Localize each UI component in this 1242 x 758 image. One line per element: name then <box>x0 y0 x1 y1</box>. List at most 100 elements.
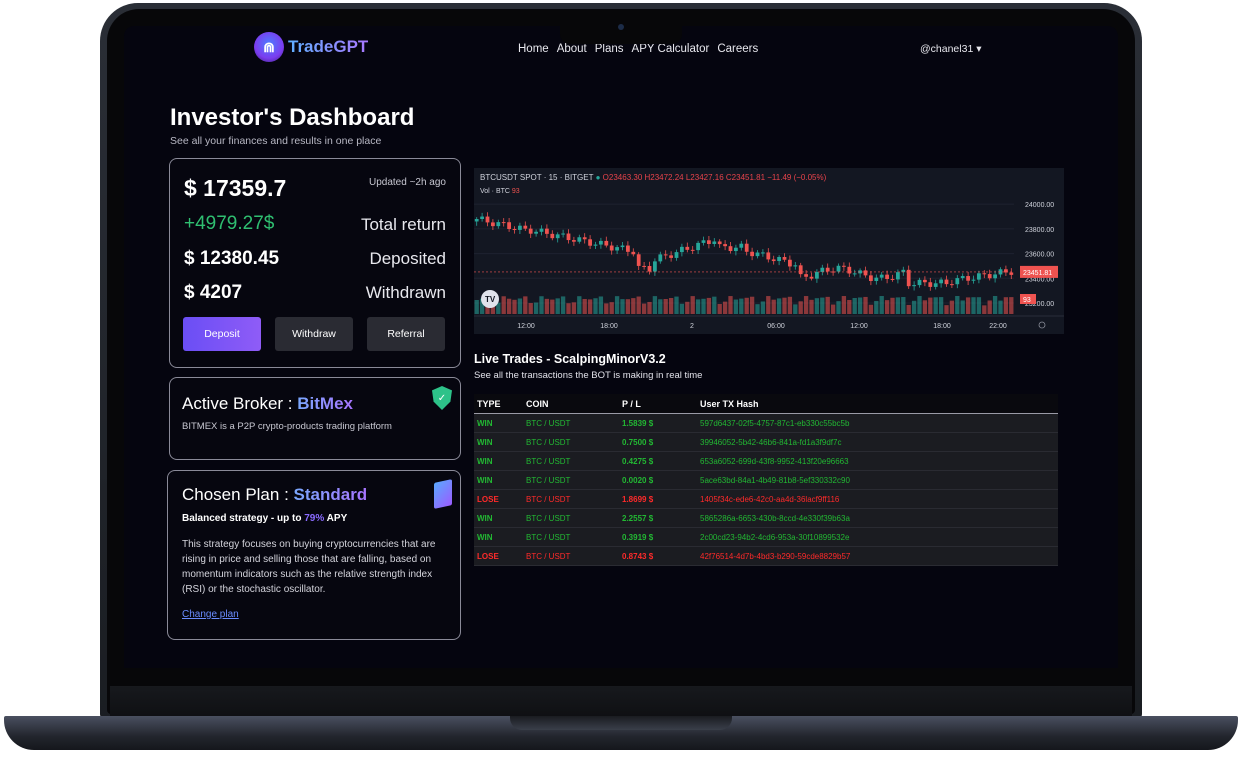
candle-body <box>680 246 684 253</box>
candle-body <box>879 274 884 278</box>
candle-body <box>987 274 992 279</box>
candle-body <box>555 234 560 239</box>
volume-bar <box>965 297 971 314</box>
candle-body <box>788 259 792 267</box>
status-dot-icon: ● <box>595 173 601 182</box>
volume-bar <box>836 301 841 314</box>
change-plan-link[interactable]: Change plan <box>182 609 239 620</box>
trade-pl: 0.4275 $ <box>622 456 654 466</box>
volume-bar <box>517 298 523 314</box>
volume-bar <box>663 298 668 314</box>
volume-bar <box>533 302 539 314</box>
volume-bar <box>739 298 744 314</box>
live-trades-subtitle: See all the transactions the BOT is maki… <box>474 370 703 381</box>
candle-body <box>685 246 690 250</box>
volume-bar <box>523 296 528 314</box>
volume-bar <box>501 296 506 314</box>
trade-coin: BTC / USDT <box>526 437 571 447</box>
candle-body <box>890 278 895 280</box>
volume-bar <box>960 300 965 314</box>
withdraw-button[interactable]: Withdraw <box>275 317 353 351</box>
page-title: Investor's Dashboard <box>170 104 415 131</box>
volume-bar <box>820 297 825 314</box>
x-tick-label: 18:00 <box>933 323 951 330</box>
volume-bar <box>955 296 960 314</box>
candle-body <box>755 252 760 257</box>
volume-bar <box>852 297 857 314</box>
volume-value: 93 <box>511 188 520 195</box>
candle-body <box>809 276 814 279</box>
volume-bar <box>749 296 755 314</box>
volume-bar <box>571 302 577 314</box>
volume-bar <box>760 301 766 314</box>
candle-body <box>825 267 830 272</box>
deposit-button[interactable]: Deposit <box>183 317 261 351</box>
candle-body <box>566 233 571 241</box>
candle-body <box>933 283 938 287</box>
volume-bar <box>879 296 884 314</box>
candle-body <box>545 228 549 234</box>
volume-bar <box>544 298 550 314</box>
referral-button[interactable]: Referral <box>367 317 445 351</box>
plan-apy: 79% <box>304 513 325 524</box>
volume-bar <box>668 298 674 314</box>
table-header: TYPE COIN P / L User TX Hash <box>474 394 1058 414</box>
candle-body <box>642 265 646 267</box>
nav-home[interactable]: Home <box>518 43 549 55</box>
trade-coin: BTC / USDT <box>526 418 571 428</box>
user-menu[interactable]: @chanel31 ▾ <box>920 43 981 55</box>
plan-tag-prefix: Balanced strategy - up to <box>182 513 305 524</box>
volume-bar <box>868 304 874 314</box>
candle-body <box>518 225 522 230</box>
volume-bar <box>971 297 976 314</box>
nav-apy-calculator[interactable]: APY Calculator <box>632 43 710 55</box>
candle-body <box>485 216 490 223</box>
volume-bar <box>976 297 982 314</box>
candle-body <box>993 274 997 279</box>
candle-body <box>874 277 879 282</box>
volume-bar <box>512 299 517 314</box>
nav-about[interactable]: About <box>557 43 587 55</box>
brand-logo[interactable]: ⋒ TradeGPT <box>254 32 368 62</box>
active-broker-card: Active Broker : BitMex BITMEX is a P2P c… <box>169 377 461 460</box>
candle-body <box>766 252 771 260</box>
broker-description: BITMEX is a P2P crypto-products trading … <box>182 421 392 432</box>
volume-bar <box>1003 297 1009 314</box>
candle-body <box>912 285 916 287</box>
candle-body <box>696 242 700 251</box>
x-tick-label: 12:00 <box>517 323 535 330</box>
volume-bar <box>674 296 679 314</box>
volume-bar <box>771 299 776 314</box>
x-tick-label: 2 <box>690 323 694 330</box>
candle-body <box>793 265 798 267</box>
volume-bar <box>555 298 560 314</box>
candle-body <box>582 237 587 240</box>
volume-bar <box>641 303 647 314</box>
volume-bar <box>755 304 760 314</box>
volume-bar <box>895 297 901 314</box>
volume-bar <box>944 305 949 314</box>
chosen-plan-card: Chosen Plan : Standard Balanced strategy… <box>167 470 461 640</box>
volume-bar <box>566 303 571 314</box>
trade-pl: 2.2557 $ <box>622 513 654 523</box>
candle-body <box>869 275 873 282</box>
volume-bar <box>933 297 938 314</box>
price-chart[interactable]: 24000.00 23800.00 23600.00 23400.00 23200.00… <box>474 168 1064 334</box>
candle-body <box>885 274 889 279</box>
volume-bar <box>890 297 895 314</box>
nav-plans[interactable]: Plans <box>595 43 624 55</box>
nav-careers[interactable]: Careers <box>717 43 758 55</box>
trade-coin: BTC / USDT <box>526 532 571 542</box>
volume-bar <box>658 299 663 314</box>
volume-bar <box>528 303 533 314</box>
volume-bar <box>917 296 922 314</box>
trade-hash: 653a6052-699d-43f8-9952-413f20e96663 <box>700 456 849 466</box>
volume-bar <box>712 296 717 314</box>
volume-bar <box>593 298 598 314</box>
brand-name: TradeGPT <box>288 37 369 56</box>
candle-body <box>798 265 803 275</box>
chart-volume-label: Vol · BTC 93 <box>480 188 520 195</box>
candle-body <box>761 252 765 254</box>
volume-bar <box>798 301 803 314</box>
volume-bar <box>782 297 787 314</box>
